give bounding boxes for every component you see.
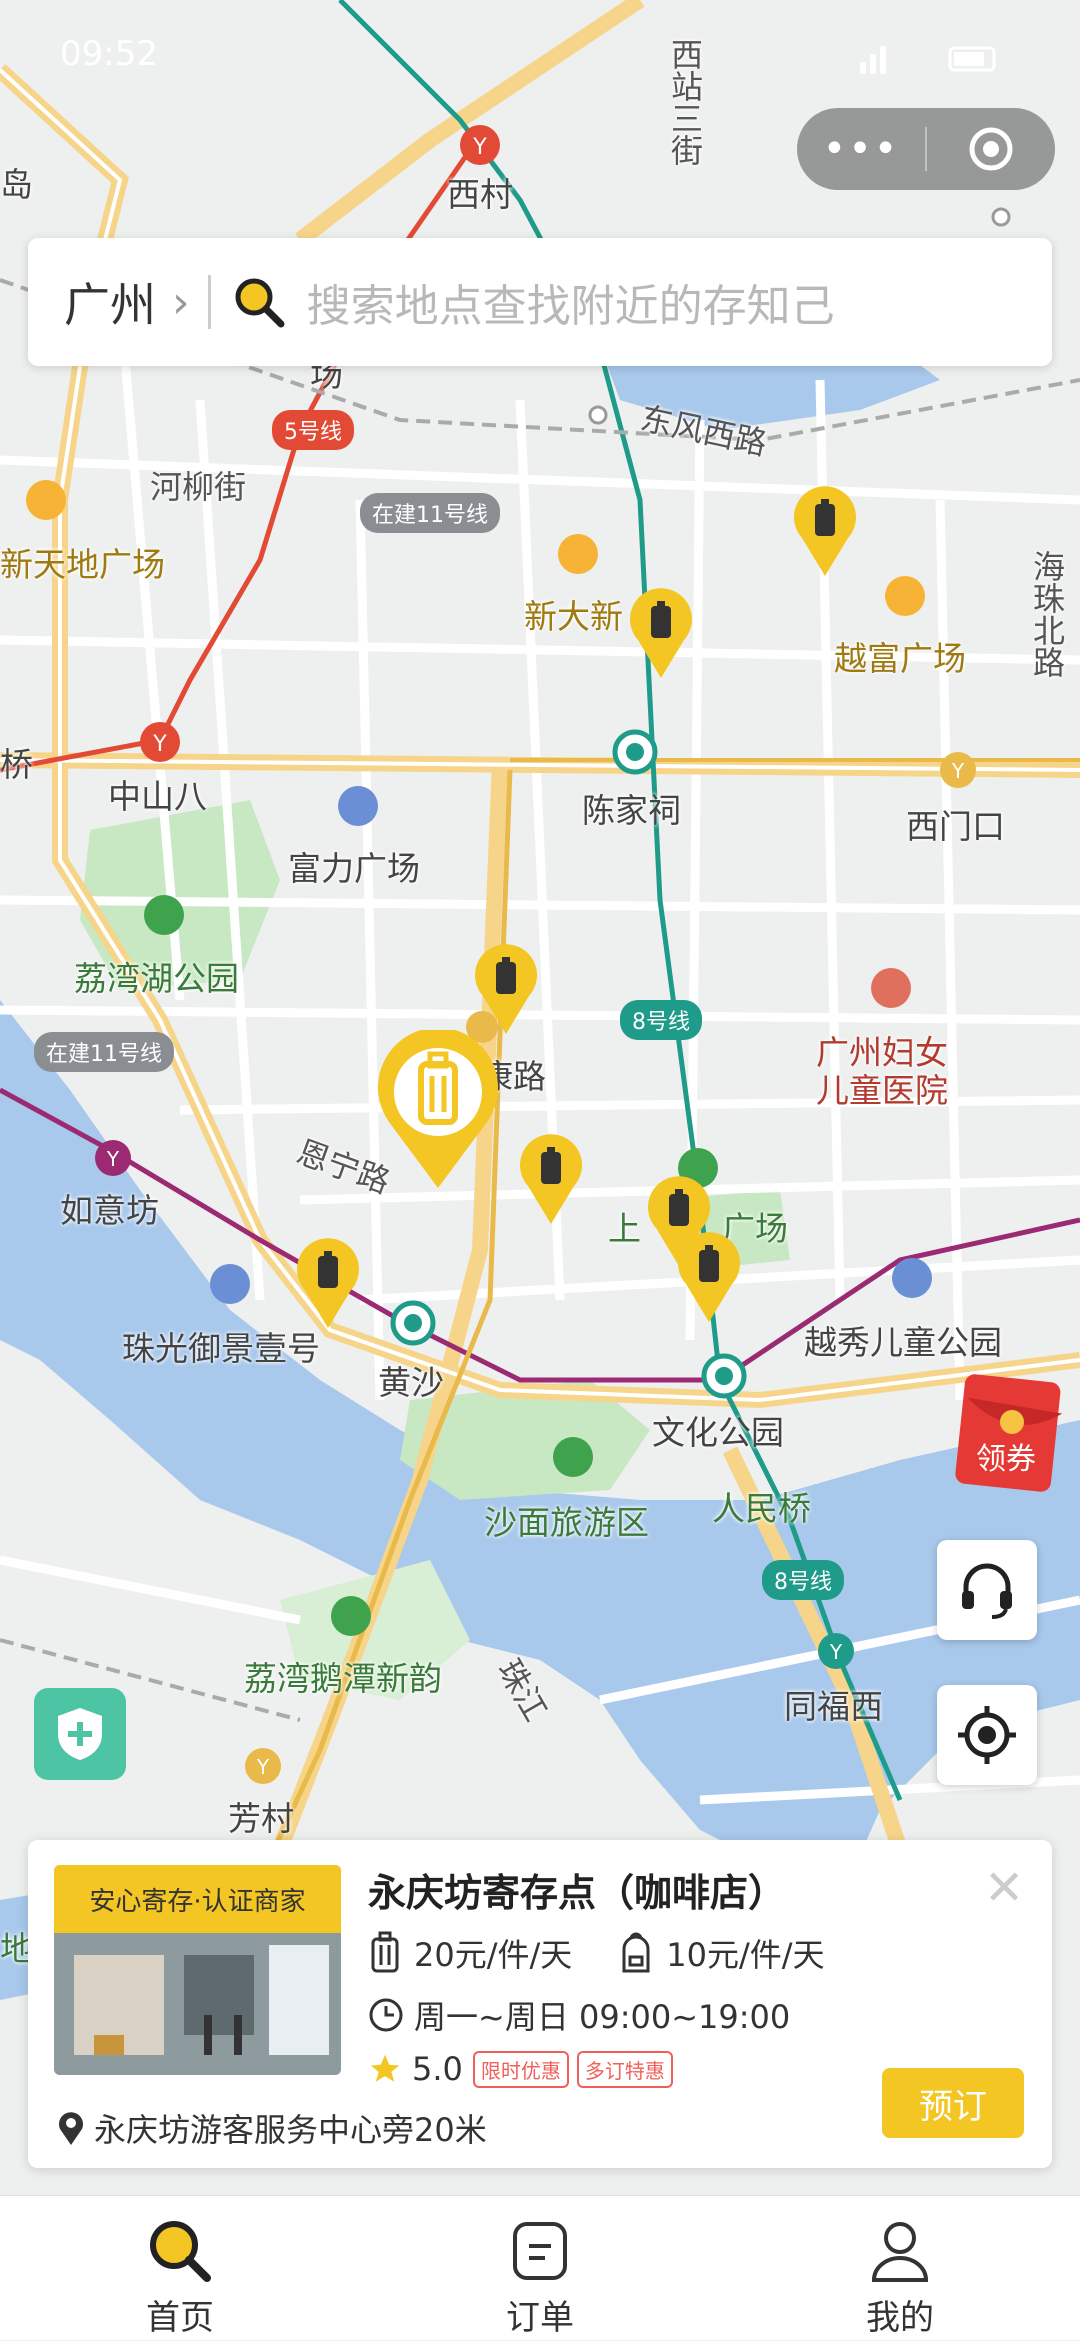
locate-icon xyxy=(958,1706,1016,1764)
map-label-shang: 上 xyxy=(608,1209,641,1248)
map-label-xicun: 西村 xyxy=(447,175,513,214)
store-address: 永庆坊游客服务中心旁20米 xyxy=(94,2111,487,2149)
hours-row: 周一~周日 09:00~19:00 xyxy=(368,1992,790,2038)
tab-home-label: 首页 xyxy=(146,2298,214,2338)
map-label-etan: 荔湾鹅潭新韵 xyxy=(244,1659,442,1698)
map-label-zhongshanba: 中山八 xyxy=(108,777,207,816)
promo-chip-multi: 多订特惠 xyxy=(576,2050,673,2088)
store-info-card[interactable]: 安心寄存·认证商家 永庆坊寄存点（咖啡店） ✕ 20元/件/天 10元/件/天 … xyxy=(28,1840,1052,2168)
rating-value: 5.0 xyxy=(412,2050,463,2088)
chevron-right-icon[interactable]: › xyxy=(172,277,190,328)
map-label-tongfuxi: 同福西 xyxy=(784,1687,883,1726)
map-label-ruyifang: 如意坊 xyxy=(60,1191,159,1230)
map-label-heliu: 河柳街 xyxy=(150,468,247,506)
map-label-huangsha: 黄沙 xyxy=(378,1363,444,1402)
rating-row: 5.0 限时优惠 多订特惠 xyxy=(368,2050,673,2088)
more-button[interactable]: ••• xyxy=(797,126,925,172)
shield-plus-icon xyxy=(58,1708,102,1760)
storage-pin[interactable] xyxy=(297,1238,359,1330)
map-label-zhuguang: 珠光御景壹号 xyxy=(122,1329,320,1368)
map-label-yuexiu-park: 越秀儿童公园 xyxy=(804,1323,1002,1362)
map-label-hospital-2: 儿童医院 xyxy=(816,1071,948,1110)
signal-icons xyxy=(860,46,996,74)
coupon-button[interactable]: 领券 xyxy=(952,1372,1072,1497)
svg-text:Y: Y xyxy=(951,759,965,783)
map-label-edge-qiao: 桥 xyxy=(0,745,33,784)
suitcase-icon xyxy=(371,1931,399,1973)
search-bar: 广州 › 搜索地点查找附近的存知己 xyxy=(28,238,1052,366)
map-label-shamian: 沙面旅游区 xyxy=(484,1503,649,1542)
insurance-button[interactable] xyxy=(34,1688,126,1780)
tab-profile-label: 我的 xyxy=(866,2298,934,2338)
business-hours: 周一~周日 09:00~19:00 xyxy=(414,1998,791,2036)
metro-badge-line5: 5号线 xyxy=(272,410,354,450)
coupon-label: 领券 xyxy=(976,1442,1036,1477)
address-row: 永庆坊游客服务中心旁20米 xyxy=(56,2105,487,2151)
star-icon xyxy=(370,2054,400,2082)
map-label-liwanhu: 荔湾湖公园 xyxy=(74,959,239,998)
selected-storage-pin[interactable] xyxy=(376,1030,500,1192)
profile-icon xyxy=(871,2222,929,2282)
map-label-wenhua-park: 文化公园 xyxy=(652,1413,784,1452)
map-label-xindaxin: 新大新 xyxy=(524,597,623,636)
svg-text:Y: Y xyxy=(152,732,167,757)
map-label-yuefu: 越富广场 xyxy=(834,639,966,678)
metro-badge-line8: 8号线 xyxy=(620,1000,702,1040)
storage-pin[interactable] xyxy=(678,1232,740,1324)
metro-badge-line11: 在建11号线 xyxy=(360,493,500,533)
target-circle-icon xyxy=(969,127,1013,171)
bottom-tab-bar: 首页 订单 我的 xyxy=(0,2195,1080,2340)
map-label-fuli: 富力广场 xyxy=(288,849,420,888)
map-label-renmin-bridge: 人民桥 xyxy=(712,1489,811,1528)
storage-pin[interactable] xyxy=(630,588,692,680)
storage-pin[interactable] xyxy=(794,486,856,578)
order-icon xyxy=(513,2222,567,2280)
tab-home[interactable]: 首页 xyxy=(80,2196,280,2341)
map-label-xintiandi: 新天地广场 xyxy=(0,545,165,584)
metro-badge-line11-b: 在建11号线 xyxy=(34,1032,174,1072)
map-label-haizhu: 海珠北路 xyxy=(1028,550,1066,678)
storage-pin[interactable] xyxy=(520,1134,582,1226)
locate-me-button[interactable] xyxy=(937,1685,1037,1785)
store-name: 永庆坊寄存点（咖啡店） xyxy=(368,1871,787,1915)
svg-text:Y: Y xyxy=(106,1147,120,1171)
promo-chip-limited: 限时优惠 xyxy=(472,2050,569,2088)
svg-text:Y: Y xyxy=(256,1755,270,1779)
tab-orders[interactable]: 订单 xyxy=(440,2196,640,2341)
backpack-icon xyxy=(622,1932,650,1973)
city-selector[interactable]: 广州 xyxy=(64,269,156,335)
close-card-button[interactable]: ✕ xyxy=(984,1864,1024,1912)
svg-text:Y: Y xyxy=(829,1640,843,1664)
customer-service-button[interactable] xyxy=(937,1540,1037,1640)
svg-text:Y: Y xyxy=(472,135,487,160)
miniprogram-capsule: ••• xyxy=(797,108,1055,190)
clock-icon xyxy=(369,1998,403,2032)
search-divider xyxy=(207,275,211,329)
certified-merchant-tag: 安心寄存·认证商家 xyxy=(54,1865,341,1933)
search-input[interactable]: 搜索地点查找附近的存知己 xyxy=(307,270,835,334)
metro-badge-line8-b: 8号线 xyxy=(762,1560,844,1600)
map-label-fangcun: 芳村 xyxy=(228,1799,294,1838)
headset-icon xyxy=(962,1563,1012,1619)
store-photo[interactable]: 安心寄存·认证商家 xyxy=(54,1865,341,2075)
tab-profile[interactable]: 我的 xyxy=(800,2196,1000,2341)
backpack-price: 10元/件/天 xyxy=(666,1936,825,1974)
tab-orders-label: 订单 xyxy=(506,2298,574,2338)
map-label-ximenkou: 西门口 xyxy=(906,807,1005,846)
storage-pin[interactable] xyxy=(475,944,537,1036)
price-row: 20元/件/天 10元/件/天 xyxy=(368,1930,825,1976)
search-icon xyxy=(150,2221,211,2282)
status-bar: 09:52 xyxy=(0,0,1080,110)
location-pin-icon xyxy=(59,2112,83,2145)
map-label-chenjiaci: 陈家祠 xyxy=(582,791,681,830)
status-time: 09:52 xyxy=(60,34,158,74)
close-miniprogram-button[interactable] xyxy=(927,126,1055,172)
suitcase-price: 20元/件/天 xyxy=(414,1936,573,1974)
map-label-edge-dao: 岛 xyxy=(0,165,33,204)
book-button[interactable]: 预订 xyxy=(882,2068,1024,2138)
search-icon xyxy=(235,278,285,328)
